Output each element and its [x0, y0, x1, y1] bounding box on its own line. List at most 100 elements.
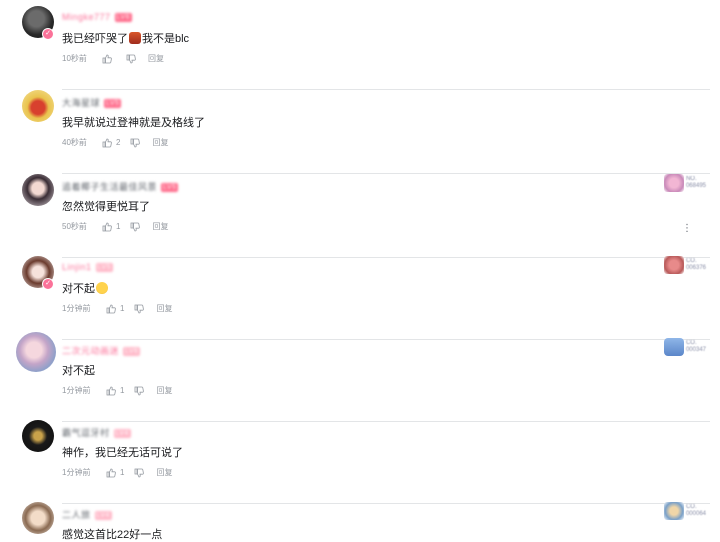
comment-text: 我已经吓哭了 我不是blc: [62, 32, 190, 45]
timestamp: 1分钟前: [62, 386, 91, 395]
like-count: 1: [120, 468, 125, 477]
comment-item: 二人旅 LV4 CO. 000064 感觉这首比22好一点: [0, 502, 720, 541]
thumb-up-icon: [106, 468, 116, 477]
like-button[interactable]: 2: [102, 138, 120, 148]
timestamp: 50秒前: [62, 222, 87, 231]
level-badge: LV5: [161, 183, 179, 192]
like-button[interactable]: 1: [106, 386, 124, 396]
comment-item: 追着椰子生活最佳风景 LV5 NO. 068495 忽然觉得更悦耳了 50秒前 1 …: [0, 174, 720, 258]
level-badge: LV6: [114, 13, 132, 22]
crying-emoji-icon: [129, 32, 141, 44]
comment-text: 神作，我已经无话可说了: [62, 447, 183, 459]
thumb-down-icon: [131, 222, 141, 231]
username[interactable]: 二次元动画迷 LV6: [62, 344, 141, 357]
badge-number: 006376: [685, 265, 706, 271]
username[interactable]: 大海星球 LV5: [62, 96, 122, 109]
level-badge: LV4: [94, 511, 112, 520]
comment-meta: 1分钟前 1 回复: [62, 385, 172, 396]
fan-badge[interactable]: CO. 000064: [663, 502, 706, 520]
avatar[interactable]: [16, 332, 56, 372]
like-count: 1: [116, 222, 121, 231]
badge-label: CO.: [685, 340, 697, 346]
comment-meta: 50秒前 1 回复: [62, 221, 168, 232]
comment-text: 我早就说过登神就是及格线了: [62, 117, 205, 129]
reply-button[interactable]: 回复: [148, 53, 164, 64]
level-badge: LV5: [95, 263, 113, 272]
avatar[interactable]: [22, 420, 54, 452]
dislike-button[interactable]: [134, 304, 145, 314]
level-badge: LV4: [113, 429, 131, 438]
reply-button[interactable]: 回复: [152, 221, 168, 232]
thumb-down-icon: [126, 54, 136, 63]
like-count: 1: [120, 304, 125, 313]
thumb-up-icon: [106, 386, 116, 395]
dislike-button[interactable]: [134, 468, 145, 478]
thumb-down-icon: [135, 386, 145, 395]
like-button[interactable]: 1: [106, 468, 124, 478]
fan-badge-icon: [663, 502, 684, 520]
comment-text: 忽然觉得更悦耳了: [62, 201, 150, 213]
username[interactable]: Mingke777 LV6: [62, 12, 132, 22]
username[interactable]: Linjin1 LV5: [62, 262, 113, 272]
comment-item: 二次元动画迷 LV6 CO. 000347 对不起 1分钟前 1 回复: [0, 332, 720, 422]
like-button[interactable]: 1: [102, 222, 120, 232]
like-button[interactable]: 1: [106, 304, 124, 314]
fan-badge-icon: [663, 256, 684, 274]
thumb-up-icon: [102, 54, 112, 63]
comment-text: 对不起: [62, 280, 109, 296]
thumb-down-icon: [135, 468, 145, 477]
username[interactable]: 霸气逗牙村 LV4: [62, 426, 131, 439]
comment-meta: 10秒前 回复: [62, 53, 164, 64]
avatar[interactable]: [22, 90, 54, 122]
comment-meta: 1分钟前 1 回复: [62, 303, 172, 314]
dislike-button[interactable]: [134, 386, 145, 396]
comment-item: 霸气逗牙村 LV4 神作，我已经无话可说了 1分钟前 1 回复: [0, 420, 720, 504]
fan-badge[interactable]: NO. 068495: [663, 174, 706, 192]
like-count: 1: [120, 386, 125, 395]
comment-meta: 40秒前 2 回复: [62, 137, 168, 148]
comment-text: 对不起: [62, 365, 95, 377]
badge-number: 000064: [685, 511, 706, 517]
fan-badge-icon: [663, 174, 684, 192]
badge-number: 068495: [685, 183, 706, 189]
timestamp: 1分钟前: [62, 468, 91, 477]
level-badge: LV6: [123, 347, 141, 356]
badge-label: CO.: [685, 258, 697, 264]
thumb-up-icon: [102, 222, 112, 231]
vip-badge-icon: ✓: [42, 28, 54, 40]
comment-meta: 1分钟前 1 回复: [62, 467, 172, 478]
username[interactable]: 追着椰子生活最佳风景 LV5: [62, 180, 179, 193]
like-count: 2: [116, 138, 121, 147]
dislike-button[interactable]: [126, 54, 136, 64]
username[interactable]: 二人旅 LV4: [62, 508, 112, 521]
thumb-down-icon: [131, 138, 141, 147]
reply-button[interactable]: 回复: [156, 467, 172, 478]
thumb-down-icon: [135, 304, 145, 313]
thumb-up-icon: [102, 138, 112, 147]
badge-label: NO.: [685, 176, 697, 182]
badge-number: 000347: [685, 347, 706, 353]
like-button[interactable]: [102, 54, 116, 64]
avatar[interactable]: [22, 502, 54, 534]
reply-button[interactable]: 回复: [156, 303, 172, 314]
comment-item: 大海星球 LV5 我早就说过登神就是及格线了 40秒前 2 回复: [0, 90, 720, 174]
crying-face-emoji-icon: [96, 282, 108, 294]
timestamp: 10秒前: [62, 54, 87, 63]
timestamp: 40秒前: [62, 138, 87, 147]
dislike-button[interactable]: [130, 222, 141, 232]
comment-item: ✓ Linjin1 LV5 CO. 006376 对不起 1分钟前 1 回复: [0, 256, 720, 340]
fan-badge-icon: [663, 338, 684, 356]
reply-button[interactable]: 回复: [152, 137, 168, 148]
fan-badge[interactable]: CO. 006376: [663, 256, 706, 274]
comment-item: ✓ Mingke777 LV6 我已经吓哭了 我不是blc 10秒前 回复: [0, 6, 720, 90]
badge-label: CO.: [685, 504, 697, 510]
fan-badge[interactable]: CO. 000347: [663, 338, 706, 356]
timestamp: 1分钟前: [62, 304, 91, 313]
avatar[interactable]: [22, 174, 54, 206]
vip-badge-icon: ✓: [42, 278, 54, 290]
thumb-up-icon: [106, 304, 116, 313]
level-badge: LV5: [104, 99, 122, 108]
more-vertical-icon[interactable]: ⋮: [682, 224, 692, 234]
reply-button[interactable]: 回复: [156, 385, 172, 396]
dislike-button[interactable]: [130, 138, 141, 148]
